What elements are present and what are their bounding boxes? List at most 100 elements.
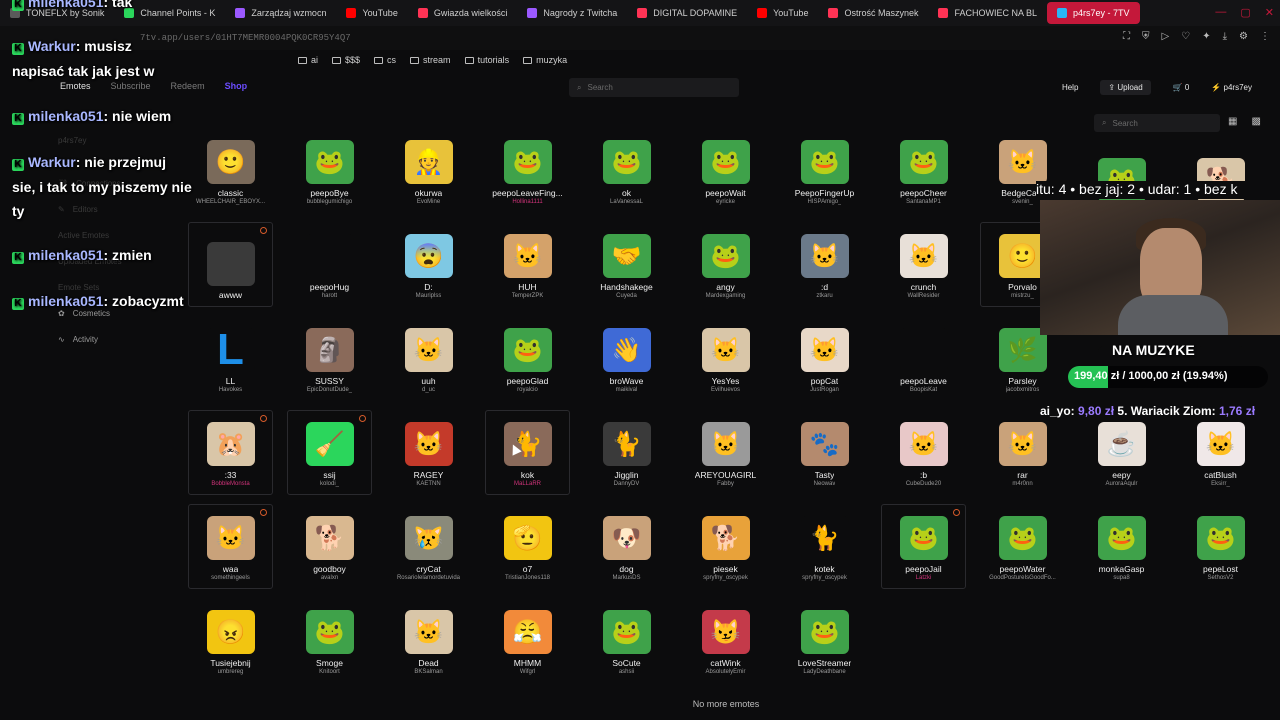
emote-author[interactable]: Eksirr_ xyxy=(1211,480,1230,488)
emote-card[interactable]: 🤝 Handshakege Cuyeda xyxy=(584,222,669,307)
emote-author[interactable]: umbrereg xyxy=(218,668,244,676)
browser-tab[interactable]: Ostrość Maszynek xyxy=(818,2,928,24)
upload-button[interactable]: ⇪ Upload xyxy=(1100,80,1151,95)
emote-card[interactable]: 🐕 goodboy avalxn xyxy=(287,504,372,589)
emote-author[interactable]: BobbleMonsta xyxy=(211,480,249,488)
emote-card[interactable]: 🐸 peepoGlad royalcio xyxy=(485,316,570,401)
emote-author[interactable]: Cuyeda xyxy=(616,292,637,300)
emote-card[interactable]: 😤 MHMM Wifgrl xyxy=(485,598,570,683)
emote-card[interactable]: 🐸 PeepoFingerUp HISPAmigo_ xyxy=(782,128,867,213)
menu-icon[interactable]: ⋮ xyxy=(1260,31,1270,42)
emote-card[interactable]: 🐸 peepoCheer SantanaMP1 xyxy=(881,128,966,213)
emote-card[interactable]: 🐱 Dead BKSalman xyxy=(386,598,471,683)
emote-author[interactable]: bubblegumichigo xyxy=(307,198,352,206)
emote-author[interactable]: TristianJones118 xyxy=(505,574,550,582)
emote-author[interactable]: Neowav xyxy=(814,480,836,488)
bookmark-item[interactable]: stream xyxy=(410,55,451,65)
emote-card[interactable]: 🐸 angy Mardexgaming xyxy=(683,222,768,307)
emote-card[interactable]: 🐈 kok MaLLaRR xyxy=(485,410,570,495)
emote-card[interactable]: 🐸 peepoBye bubblegumichigo xyxy=(287,128,372,213)
close-icon[interactable]: ✕ xyxy=(1265,6,1274,19)
emote-author[interactable]: jacobxmitros xyxy=(1006,386,1040,394)
emote-card[interactable]: 🐸 peepoJail Latzki xyxy=(881,504,966,589)
emote-author[interactable]: AuroraAqulr xyxy=(1105,480,1137,488)
browser-tab[interactable]: p4rs7ey - 7TV xyxy=(1047,2,1140,24)
browser-tab[interactable]: Gwiazda wielkości xyxy=(408,2,518,24)
emote-card[interactable]: 🐱 popCat JustRogan xyxy=(782,316,867,401)
emote-card[interactable]: peepoLeave BoopisKat xyxy=(881,316,966,401)
bookmark-item[interactable]: $$$ xyxy=(332,55,360,65)
browser-tab[interactable]: Nagrody z Twitcha xyxy=(517,2,627,24)
bookmark-item[interactable]: muzyka xyxy=(523,55,567,65)
emote-author[interactable]: Mauriplss xyxy=(416,292,442,300)
emote-card[interactable]: 🐸 ok LaVanessaL xyxy=(584,128,669,213)
browser-tab[interactable]: DIGITAL DOPAMINE xyxy=(627,2,747,24)
emote-card[interactable]: 🐸 peepoWater GoodPostureIsGoodFo... xyxy=(980,504,1065,589)
emote-author[interactable]: mistrzu_ xyxy=(1011,292,1034,300)
emote-author[interactable]: d_uc xyxy=(422,386,435,394)
emote-author[interactable]: kolodi_ xyxy=(320,480,339,488)
emote-author[interactable]: supa8 xyxy=(1113,574,1129,582)
emote-author[interactable]: JustRogan xyxy=(810,386,839,394)
browser-tab[interactable]: YouTube xyxy=(336,2,407,24)
emote-card[interactable]: 🐈 kotek spryfny_oscypek xyxy=(782,504,867,589)
emote-card[interactable]: 🐱 uuh d_uc xyxy=(386,316,471,401)
emote-author[interactable]: KAETNN xyxy=(416,480,440,488)
emote-card[interactable]: 🐱:b CubeDude20 xyxy=(881,410,966,495)
emote-author[interactable]: avalxn xyxy=(321,574,338,582)
emote-author[interactable]: EvoMine xyxy=(417,198,440,206)
screenshot-icon[interactable]: ⛶ xyxy=(1123,31,1130,42)
emote-author[interactable]: EpicDonutDude_ xyxy=(307,386,352,394)
emote-card[interactable]: 🐱 catBlush Eksirr_ xyxy=(1178,410,1263,495)
bookmark-item[interactable]: tutorials xyxy=(464,55,509,65)
emote-author[interactable]: Havokes xyxy=(219,386,242,394)
emote-card[interactable]: 🐸 Smoge Knitoort xyxy=(287,598,372,683)
emote-author[interactable]: harott xyxy=(322,292,337,300)
emote-author[interactable]: LaVanessaL xyxy=(610,198,643,206)
emote-author[interactable]: m4r0nn xyxy=(1012,480,1032,488)
download-icon[interactable]: ⤓ xyxy=(1223,31,1227,42)
emote-author[interactable]: SethosV2 xyxy=(1207,574,1233,582)
emote-author[interactable]: Mardexgaming xyxy=(706,292,746,300)
emote-author[interactable]: Knitoort xyxy=(319,668,340,676)
emote-card[interactable]: 🐶 dog MarkusDS xyxy=(584,504,669,589)
settings-icon[interactable]: ⚙ xyxy=(1239,31,1248,42)
help-link[interactable]: Help xyxy=(1062,83,1078,92)
emote-author[interactable]: spryfny_oscypek xyxy=(703,574,748,582)
emote-author[interactable]: Latzki xyxy=(916,574,932,582)
emote-author[interactable]: MaLLaRR xyxy=(514,480,541,488)
emote-card[interactable]: 🐸 monkaGasp supa8 xyxy=(1079,504,1164,589)
emote-author[interactable]: GoodPostureIsGoodFo... xyxy=(989,574,1056,582)
bookmark-item[interactable]: ai xyxy=(298,55,318,65)
emote-card[interactable]: 😿 cryCat Rosariolelamordetuvida xyxy=(386,504,471,589)
emote-card[interactable]: 🐕 piesek spryfny_oscypek xyxy=(683,504,768,589)
maximize-icon[interactable]: ▢ xyxy=(1240,6,1250,19)
play-icon[interactable]: ▷ xyxy=(1162,31,1170,42)
emote-card[interactable]: 🐹:33 BobbleMonsta xyxy=(188,410,273,495)
emote-card[interactable]: 🐸 LoveStreamer LadyDeathbane xyxy=(782,598,867,683)
emote-card[interactable]: 🐾 Tasty Neowav xyxy=(782,410,867,495)
emote-card[interactable]: 👋 broWave maikival xyxy=(584,316,669,401)
emote-author[interactable]: LadyDeathbane xyxy=(803,668,845,676)
emote-author[interactable]: Fabby xyxy=(717,480,734,488)
emote-author[interactable]: AbsolutelyEmir xyxy=(705,668,745,676)
emote-card[interactable]: 🐱 RAGEY KAETNN xyxy=(386,410,471,495)
emote-card[interactable]: peepoHug harott xyxy=(287,222,372,307)
emote-card[interactable]: 🐸 pepeLost SethosV2 xyxy=(1178,504,1263,589)
heart-icon[interactable]: ♡ xyxy=(1181,31,1190,42)
cart-button[interactable]: 🛒 0 xyxy=(1173,83,1190,92)
extensions-icon[interactable]: ✦ xyxy=(1202,31,1210,42)
emote-author[interactable]: TemperZPK xyxy=(512,292,544,300)
emote-author[interactable]: BoopisKat xyxy=(910,386,937,394)
emote-author[interactable]: BKSalman xyxy=(414,668,442,676)
emote-author[interactable]: CubeDude20 xyxy=(906,480,941,488)
emote-author[interactable]: SantanaMP1 xyxy=(906,198,941,206)
emote-card[interactable]: 🗿 SUSSY EpicDonutDude_ xyxy=(287,316,372,401)
emote-author[interactable]: svenin_ xyxy=(1012,198,1033,206)
emote-author[interactable]: Evilhuevos xyxy=(711,386,740,394)
emote-card[interactable]: 🐱 rar m4r0nn xyxy=(980,410,1065,495)
emote-card[interactable]: 😨 D: Mauriplss xyxy=(386,222,471,307)
emote-author[interactable]: Rosariolelamordetuvida xyxy=(397,574,460,582)
emote-author[interactable]: royalcio xyxy=(517,386,538,394)
grid-view-icon[interactable]: ▦ xyxy=(1228,116,1237,127)
